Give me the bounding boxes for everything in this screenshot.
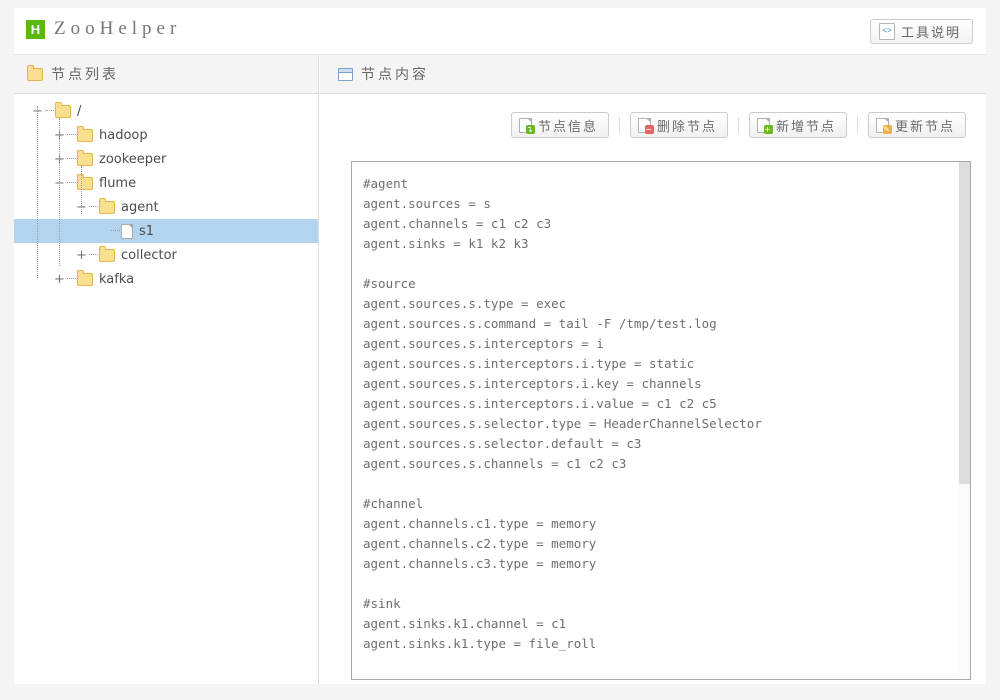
- icon-badge: ↴: [525, 124, 535, 134]
- tree-node-kafka[interactable]: + kafka: [14, 267, 318, 291]
- toolbar-separator: [618, 117, 620, 133]
- brand: H ZooHelper: [26, 18, 181, 40]
- toolbar-button-label: 新增节点: [775, 118, 836, 134]
- help-button[interactable]: 工具说明: [869, 19, 973, 44]
- expand-icon[interactable]: +: [74, 248, 89, 263]
- code-file-icon: [878, 23, 895, 40]
- tree-guide-line: [37, 106, 38, 278]
- tree-node-label: flume: [99, 175, 137, 191]
- tree-connector: [111, 230, 120, 232]
- node-content-box: #agent agent.sources = s agent.channels …: [351, 161, 971, 680]
- toolbar-button-2[interactable]: − 删除节点: [629, 112, 728, 138]
- icon-badge: −: [644, 124, 654, 134]
- folder-open-icon: [99, 197, 115, 214]
- node-content-panel: 节点内容 ↴ 节点信息 − 删除节点 + 新增节点 ✎ 更新节点 #agent agent.s…: [320, 55, 986, 684]
- doc-add-icon: +: [756, 117, 773, 134]
- toolbar-separator: [737, 117, 739, 133]
- tree-node-label: s1: [139, 223, 155, 239]
- window-icon: [338, 67, 353, 81]
- tree-connector: [67, 182, 76, 184]
- toolbar-button-1[interactable]: ↴ 节点信息: [510, 112, 609, 138]
- content-scrollbar-track[interactable]: [959, 162, 970, 679]
- tree-node-label: kafka: [99, 271, 135, 287]
- toolbar-button-4[interactable]: ✎ 更新节点: [867, 112, 966, 138]
- folder-icon: [99, 245, 115, 262]
- tree-guide-line: [59, 118, 60, 266]
- node-toolbar: ↴ 节点信息 − 删除节点 + 新增节点 ✎ 更新节点: [510, 112, 966, 138]
- folder-icon: [77, 125, 93, 142]
- tree-guide-line: [81, 166, 82, 214]
- icon-badge: +: [763, 124, 773, 134]
- toolbar-button-label: 删除节点: [656, 118, 717, 134]
- tree-connector: [67, 158, 76, 160]
- tree-connector: [67, 134, 76, 136]
- tree-connector: [89, 254, 98, 256]
- file-icon: [121, 223, 133, 239]
- node-content-text[interactable]: #agent agent.sources = s agent.channels …: [363, 174, 952, 654]
- node-tree[interactable]: − / + hadoop + zookeeper − flume − agent s1 + collec…: [14, 94, 318, 291]
- app-logo-icon: H: [26, 19, 45, 39]
- folder-icon: [77, 269, 93, 286]
- doc-info-icon: ↴: [518, 117, 535, 134]
- icon-badge: ✎: [882, 124, 892, 134]
- tree-node-label: /: [77, 103, 82, 119]
- node-content-title: 节点内容: [361, 66, 429, 82]
- folder-open-icon: [77, 173, 93, 190]
- tree-node-label: zookeeper: [99, 151, 167, 167]
- tree-connector: [67, 278, 76, 280]
- doc-delete-icon: −: [637, 117, 654, 134]
- folder-icon: [27, 64, 43, 81]
- doc-edit-icon: ✎: [875, 117, 892, 134]
- node-list-panel: 节点列表 − / + hadoop + zookeeper − flume − agent s1 + c…: [14, 55, 319, 684]
- help-button-label: 工具说明: [900, 25, 961, 40]
- app-header: H ZooHelper 工具说明: [14, 8, 986, 55]
- node-content-header: 节点内容: [320, 55, 986, 94]
- folder-open-icon: [55, 101, 71, 118]
- node-list-header: 节点列表: [14, 55, 318, 94]
- toolbar-button-label: 节点信息: [537, 118, 598, 134]
- app-window: H ZooHelper 工具说明 节点列表 − / + hadoop + zookeepe…: [14, 8, 986, 684]
- toolbar-button-3[interactable]: + 新增节点: [748, 112, 847, 138]
- tree-node-label: collector: [121, 247, 177, 263]
- tree-connector: [89, 206, 98, 208]
- tree-connector: [45, 110, 54, 112]
- expand-icon[interactable]: +: [52, 272, 67, 287]
- content-scrollbar-thumb[interactable]: [959, 162, 970, 484]
- app-title: ZooHelper: [54, 18, 182, 39]
- folder-icon: [77, 149, 93, 166]
- toolbar-button-label: 更新节点: [894, 118, 955, 134]
- tree-node-label: agent: [121, 199, 159, 215]
- tree-node-label: hadoop: [99, 127, 148, 143]
- toolbar-separator: [856, 117, 858, 133]
- node-list-title: 节点列表: [51, 66, 119, 82]
